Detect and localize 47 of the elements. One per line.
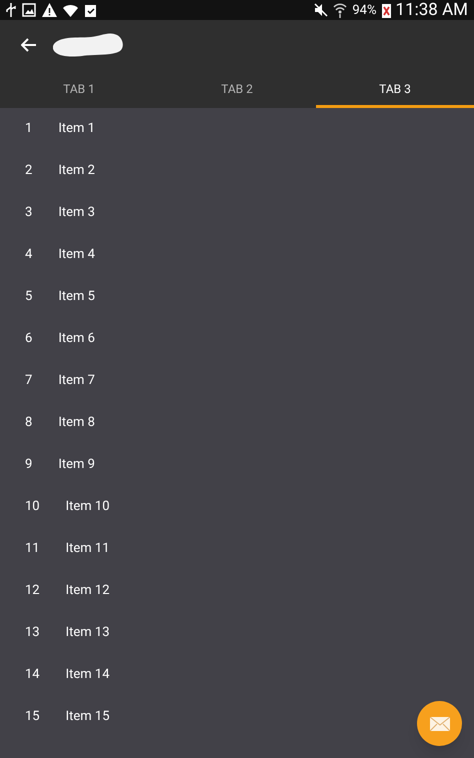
- item-label: Item 11: [66, 540, 110, 558]
- item-label: Item 6: [58, 330, 95, 348]
- item-label: Item 8: [58, 414, 95, 432]
- item-number: 6: [25, 330, 32, 348]
- item-label: Item 3: [58, 204, 95, 222]
- item-number: 10: [25, 498, 40, 516]
- item-number: 1: [25, 120, 32, 138]
- battery-percent: 94%: [352, 4, 377, 16]
- mail-button[interactable]: [417, 701, 462, 746]
- image-icon: [22, 3, 36, 17]
- item-number: 15: [25, 708, 40, 726]
- item-number: 12: [25, 582, 40, 600]
- item-label: Item 13: [66, 624, 110, 642]
- item-label: Item 14: [66, 666, 110, 684]
- item-number: 4: [25, 246, 32, 264]
- item-label: Item 1: [58, 120, 95, 138]
- item-number: 11: [25, 540, 40, 558]
- item-label: Item 4: [58, 246, 95, 264]
- tab[interactable]: TAB 2: [158, 70, 316, 108]
- item-label: Item 10: [66, 498, 110, 516]
- wifi-icon: [63, 4, 78, 16]
- item-label: Item 7: [58, 372, 95, 390]
- envelope-icon: [430, 716, 450, 730]
- usb-icon: [6, 3, 16, 17]
- item-number: 14: [25, 666, 40, 684]
- battery-icon: [382, 2, 391, 18]
- tab[interactable]: TAB 3: [316, 70, 474, 108]
- item-label: Item 5: [58, 288, 95, 306]
- item-number: 7: [25, 372, 32, 390]
- item-number: 3: [25, 204, 32, 222]
- tab[interactable]: TAB 1: [0, 70, 158, 108]
- item-label: Item 15: [66, 708, 110, 726]
- item-number: 5: [25, 288, 32, 306]
- mute-icon: [314, 3, 328, 17]
- item-number: 13: [25, 624, 40, 642]
- item-label: Item 2: [58, 162, 95, 180]
- wifi-icon: [333, 2, 348, 18]
- item-label: Item 9: [58, 456, 95, 474]
- warning-icon: [42, 3, 57, 17]
- item-number: 2: [25, 162, 32, 180]
- item-number: 9: [25, 456, 32, 474]
- item-label: Item 12: [66, 582, 110, 600]
- clipboard-icon: [84, 3, 97, 17]
- item-number: 8: [25, 414, 32, 432]
- clock: 11:38 AM: [396, 2, 468, 18]
- redaction-mark: [53, 32, 125, 58]
- back-arrow-icon[interactable]: [21, 38, 37, 52]
